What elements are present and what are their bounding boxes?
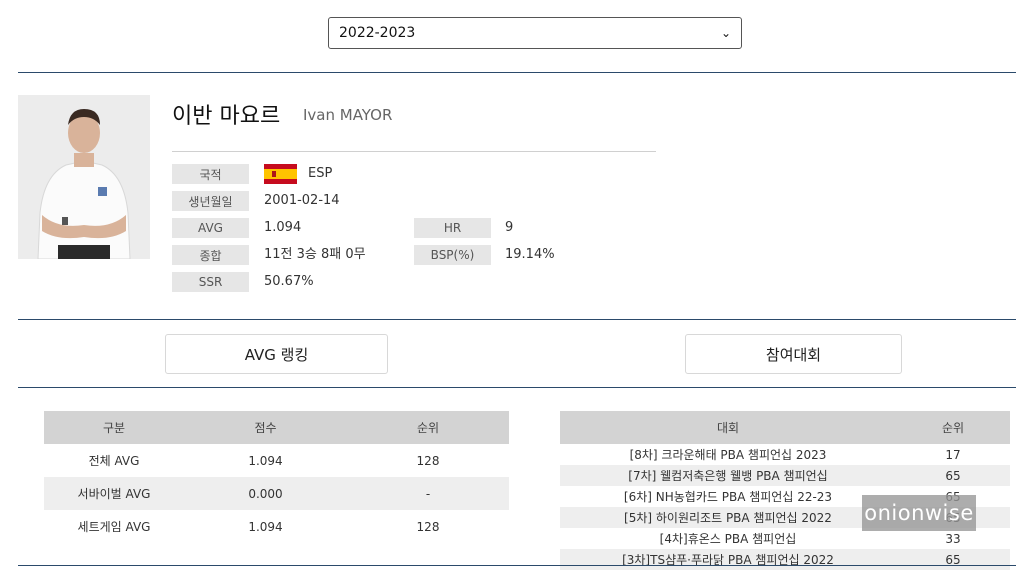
cell-tournament: [8차] 크라운해태 PBA 챔피언십 2023	[629, 448, 827, 462]
player-photo	[18, 95, 150, 259]
season-select-value: 2022-2023	[339, 25, 416, 41]
cell-tournament: [7차] 웰컴저축은행 웰뱅 PBA 챔피언십	[560, 465, 896, 486]
label-birth: 생년월일	[172, 191, 249, 211]
cell-category: 세트게임 AVG	[77, 520, 151, 534]
cell-score: 1.094	[248, 519, 283, 534]
value-birth: 2001-02-14	[264, 193, 340, 208]
player-profile-page: 2022-2023 ⌄ 이반 마요르 Ivan MAYOR 국적 ESP 생년월…	[0, 0, 1016, 572]
cell-rank: 128	[416, 519, 440, 534]
header-tournament: 대회	[560, 411, 896, 444]
name-divider	[172, 151, 656, 152]
divider-top	[18, 72, 1016, 73]
header-score: 점수	[184, 411, 347, 444]
table-row[interactable]: [8차] 크라운해태 PBA 챔피언십 2023 17	[560, 444, 1010, 465]
cell-tournament: [6차] NH농협카드 PBA 챔피언십 22-23	[623, 490, 833, 504]
table-row[interactable]: [3차]TS샴푸·푸라닭 PBA 챔피언십 2022 65	[560, 549, 1010, 570]
cell-rank: 17	[945, 447, 961, 462]
cell-rank: 65	[896, 465, 1010, 486]
table-row[interactable]: [7차] 웰컴저축은행 웰뱅 PBA 챔피언십 65	[560, 465, 1010, 486]
value-avg: 1.094	[264, 220, 302, 235]
tournament-table: 대회 순위 [8차] 크라운해태 PBA 챔피언십 2023 17 [7차] 웰…	[560, 411, 1010, 570]
header-rank: 순위	[896, 411, 1010, 444]
watermark: onionwise	[862, 495, 976, 531]
cell-rank: 33	[945, 531, 961, 546]
cell-tournament: [3차]TS샴푸·푸라닭 PBA 챔피언십 2022	[560, 549, 896, 570]
cell-tournament: [4차]휴온스 PBA 챔피언십	[659, 532, 797, 546]
cell-tournament: [5차] 하이원리조트 PBA 챔피언십 2022	[560, 507, 896, 528]
cell-score: 0.000	[184, 477, 347, 510]
label-avg: AVG	[172, 218, 249, 238]
cell-rank: 128	[416, 453, 440, 468]
cell-category: 전체 AVG	[88, 454, 140, 468]
divider-middle	[18, 319, 1016, 320]
cell-category: 서바이벌 AVG	[44, 477, 184, 510]
value-ssr: 50.67%	[264, 274, 314, 289]
table-row: 세트게임 AVG 1.094 128	[44, 510, 509, 543]
header-rank: 순위	[347, 411, 509, 444]
header-category: 구분	[44, 411, 184, 444]
table-row: 서바이벌 AVG 0.000 -	[44, 477, 509, 510]
label-bsp: BSP(%)	[414, 245, 491, 265]
value-record: 11전 3승 8패 0무	[264, 247, 366, 262]
label-ssr: SSR	[172, 272, 249, 292]
cell-score: 1.094	[248, 453, 283, 468]
table-row: 전체 AVG 1.094 128	[44, 444, 509, 477]
value-nationality: ESP	[308, 166, 333, 181]
label-record: 종합	[172, 245, 249, 265]
tab-tournaments[interactable]: 참여대회	[685, 334, 902, 374]
player-name-en: Ivan MAYOR	[303, 106, 393, 124]
season-select[interactable]: 2022-2023 ⌄	[328, 17, 742, 49]
table-header-row: 구분 점수 순위	[44, 411, 509, 444]
player-name-ko: 이반 마요르	[172, 104, 281, 129]
table-row[interactable]: [4차]휴온스 PBA 챔피언십 33	[560, 528, 1010, 549]
label-hr: HR	[414, 218, 491, 238]
value-bsp: 19.14%	[505, 247, 555, 262]
value-hr: 9	[505, 220, 514, 235]
cell-rank: 65	[896, 549, 1010, 570]
chevron-down-icon: ⌄	[720, 26, 731, 40]
avg-ranking-table: 구분 점수 순위 전체 AVG 1.094 128 서바이벌 AVG 0.000…	[44, 411, 509, 543]
tab-avg-ranking[interactable]: AVG 랭킹	[165, 334, 388, 374]
cell-rank: -	[347, 477, 509, 510]
label-nationality: 국적	[172, 164, 249, 184]
spain-flag-icon	[264, 164, 297, 184]
divider-lower	[18, 387, 1016, 388]
table-header-row: 대회 순위	[560, 411, 1010, 444]
divider-bottom	[18, 565, 1016, 566]
